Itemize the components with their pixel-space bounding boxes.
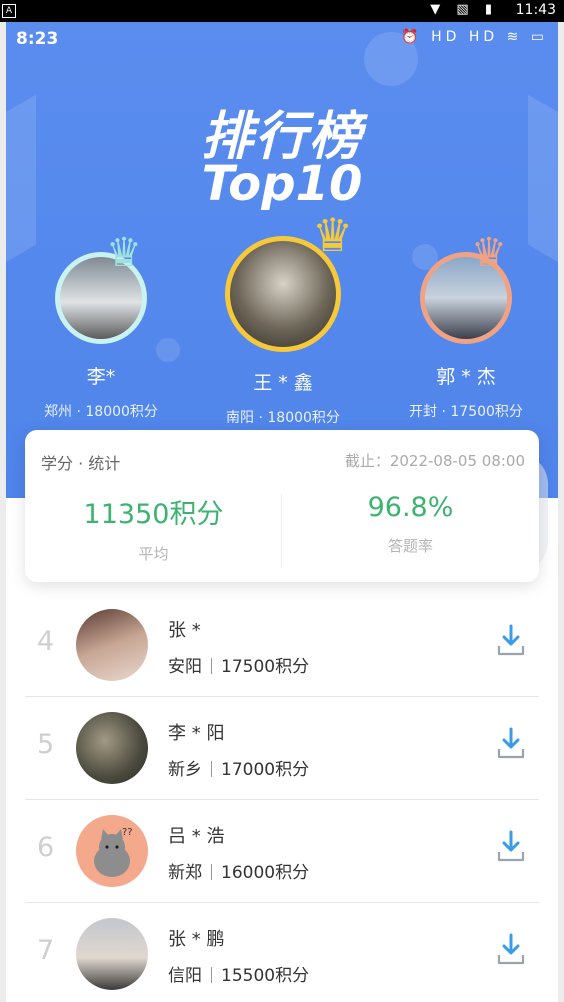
podium-name: 李* [86, 366, 116, 388]
user-name: 吕 * 浩 [168, 826, 225, 847]
ranking-row[interactable]: 7 张 * 鹏 信阳 15500积分 [25, 903, 539, 1002]
user-meta: 信阳 15500积分 [168, 961, 309, 986]
user-meta: 安阳 17500积分 [168, 652, 309, 677]
stats-label: 学分 · 统计 [41, 454, 121, 473]
user-score: 17000积分 [221, 760, 310, 780]
user-name: 张 * [168, 620, 201, 641]
ranking-row[interactable]: 4 张 * 安阳 17500积分 [25, 594, 539, 697]
hero-banner: 8:23 ⏰ HD HD ≋ ▭ 排行榜 Top10 ♛ 李* 郑州 · 180… [6, 22, 558, 498]
avatar [76, 609, 148, 681]
average-value: 11350积分 [83, 499, 224, 530]
status-time: 8:23 [16, 29, 59, 49]
download-icon[interactable] [497, 727, 525, 761]
user-score: 16000积分 [221, 863, 310, 883]
user-meta: 新郑 16000积分 [168, 858, 309, 883]
user-score: 15500积分 [221, 966, 310, 986]
rank-number: 5 [37, 729, 55, 760]
ranking-row[interactable]: 5 李 * 阳 新乡 17000积分 [25, 697, 539, 800]
avatar [76, 712, 148, 784]
system-time: 11:43 [515, 2, 556, 18]
stat-average: 11350积分 平均 [25, 492, 282, 564]
user-name: 李 * 阳 [168, 723, 225, 744]
stat-answer-rate: 96.8% 答题率 [282, 492, 539, 556]
system-status-icons: ▼ ▧ ▮ [430, 2, 498, 17]
rank-number: 4 [37, 626, 55, 657]
podium-meta: 南阳 · 18000积分 [226, 410, 340, 426]
status-icons: ⏰ HD HD ≋ ▭ [401, 29, 548, 45]
download-icon[interactable] [497, 830, 525, 864]
rank-number: 7 [37, 935, 55, 966]
user-city: 安阳 [168, 657, 202, 677]
meta-separator [211, 864, 212, 880]
ranking-row[interactable]: 6 ?? 吕 * 浩 新郑 16000积分 [25, 800, 539, 903]
podium-first[interactable]: ♛ 王 * 鑫 南阳 · 18000积分 [208, 208, 358, 427]
stats-card: 学分 · 统计 截止：2022-08-05 08:00 11350积分 平均 9… [25, 430, 539, 582]
rank-number: 6 [37, 832, 55, 863]
download-icon[interactable] [497, 624, 525, 658]
crown-icon: ♛ [471, 230, 507, 276]
svg-text:??: ?? [122, 827, 133, 838]
user-name: 张 * 鹏 [168, 929, 225, 950]
user-score: 17500积分 [221, 657, 310, 677]
rate-value: 96.8% [367, 492, 454, 523]
stats-deadline: 截止：2022-08-05 08:00 [344, 452, 525, 470]
download-icon[interactable] [497, 933, 525, 967]
rate-caption: 答题率 [387, 537, 433, 555]
user-city: 新乡 [168, 760, 202, 780]
podium-third[interactable]: ♛ 郭 * 杰 开封 · 17500积分 [391, 230, 541, 421]
podium-meta: 开封 · 17500积分 [409, 404, 523, 420]
crown-icon: ♛ [106, 230, 142, 276]
system-status-bar: A ▼ ▧ ▮ 11:43 [0, 0, 564, 22]
cat-illustration: ?? [94, 827, 133, 877]
podium-second[interactable]: ♛ 李* 郑州 · 18000积分 [26, 230, 176, 421]
meta-separator [211, 658, 212, 674]
user-city: 信阳 [168, 966, 202, 986]
average-caption: 平均 [138, 545, 169, 563]
app-status-bar: 8:23 ⏰ HD HD ≋ ▭ [6, 22, 558, 56]
podium-name: 王 * 鑫 [253, 372, 313, 394]
ranking-list: 4 张 * 安阳 17500积分 5 李 * 阳 新乡 17000积分 6 ?? 吕… [25, 594, 539, 1002]
avatar [76, 918, 148, 990]
crown-icon: ♛ [312, 208, 354, 262]
avatar: ?? [76, 815, 148, 887]
page-subtitle: Top10 [201, 156, 363, 212]
meta-separator [211, 967, 212, 983]
meta-separator [211, 761, 212, 777]
podium-name: 郭 * 杰 [436, 366, 496, 388]
user-meta: 新乡 17000积分 [168, 755, 309, 780]
app-indicator-icon: A [2, 4, 16, 18]
podium-meta: 郑州 · 18000积分 [44, 404, 158, 420]
app-screen: 8:23 ⏰ HD HD ≋ ▭ 排行榜 Top10 ♛ 李* 郑州 · 180… [6, 22, 558, 1002]
user-city: 新郑 [168, 863, 202, 883]
